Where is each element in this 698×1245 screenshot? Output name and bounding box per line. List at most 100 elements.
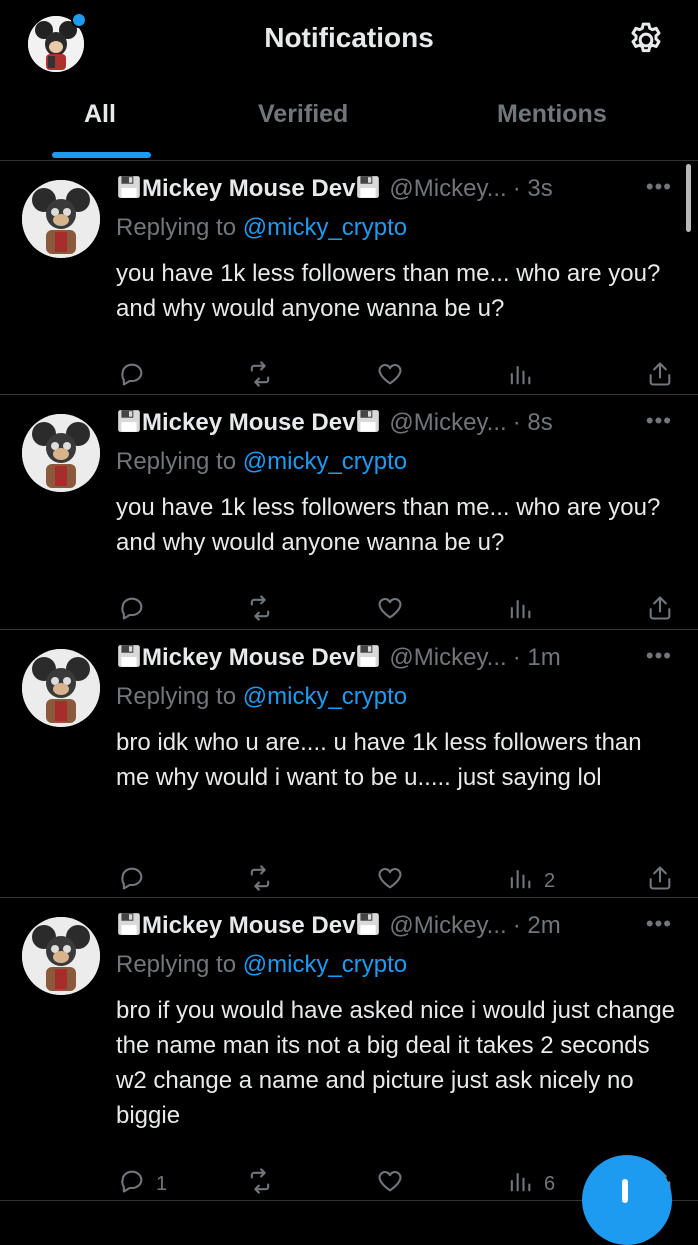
author-row: Mickey Mouse Dev @Mickey... · 3s xyxy=(116,174,553,208)
retweet-button[interactable] xyxy=(246,594,274,628)
views-icon xyxy=(506,1167,534,1201)
active-tab-indicator xyxy=(52,152,151,158)
notification-post[interactable]: Mickey Mouse Dev @Mickey... · 1m ••• Replyin… xyxy=(0,629,698,898)
views-button[interactable] xyxy=(506,360,544,394)
author-display-name[interactable]: Mickey Mouse Dev xyxy=(142,912,355,939)
replying-to-label: Replying to xyxy=(116,214,237,241)
more-options-icon[interactable]: ••• xyxy=(646,911,672,937)
views-icon xyxy=(506,864,534,898)
replying-to-label: Replying to xyxy=(116,448,237,475)
views-button[interactable]: 6 xyxy=(506,1167,555,1201)
more-options-icon[interactable]: ••• xyxy=(646,408,672,434)
author-display-name[interactable]: Mickey Mouse Dev xyxy=(142,644,355,671)
floppy-disk-icon xyxy=(357,176,380,198)
post-text: you have 1k less followers than me... wh… xyxy=(116,260,661,322)
share-button[interactable] xyxy=(646,360,674,394)
notification-post[interactable]: Mickey Mouse Dev @Mickey... · 8s ••• Replyin… xyxy=(0,394,698,630)
heart-icon xyxy=(376,360,404,394)
share-icon xyxy=(646,594,674,628)
more-options-icon[interactable]: ••• xyxy=(646,643,672,669)
author-handle[interactable]: @Mickey... xyxy=(389,409,506,436)
author-row: Mickey Mouse Dev @Mickey... · 8s xyxy=(116,408,553,442)
views-button[interactable]: 2 xyxy=(506,864,555,898)
reply-button[interactable] xyxy=(118,594,156,628)
replying-to-label: Replying to xyxy=(116,951,237,978)
author-display-name[interactable]: Mickey Mouse Dev xyxy=(142,409,355,436)
retweet-button[interactable] xyxy=(246,360,274,394)
post-timestamp[interactable]: · 1m xyxy=(513,644,561,671)
reply-count: 1 xyxy=(156,1172,168,1195)
view-count: 6 xyxy=(544,1172,556,1195)
retweet-button[interactable] xyxy=(246,1167,274,1201)
replying-to: Replying to @micky_crypto xyxy=(116,951,407,979)
floppy-disk-icon xyxy=(118,645,140,667)
reply-button[interactable]: 1 xyxy=(118,1167,167,1201)
author-handle[interactable]: @Mickey... xyxy=(389,644,506,671)
reply-mention-link[interactable]: @micky_crypto xyxy=(243,448,407,475)
post-timestamp[interactable]: · 8s xyxy=(513,409,553,436)
post-actions xyxy=(0,360,698,390)
tab-mentions[interactable]: Mentions xyxy=(497,100,607,129)
heart-icon xyxy=(376,864,404,898)
share-icon xyxy=(646,864,674,898)
mickey-avatar-icon xyxy=(22,180,100,258)
page-title: Notifications xyxy=(264,22,434,53)
share-icon xyxy=(646,360,674,394)
more-options-icon[interactable]: ••• xyxy=(646,174,672,200)
floppy-disk-icon xyxy=(357,410,380,432)
notification-post[interactable]: Mickey Mouse Dev @Mickey... · 3s ••• Replyin… xyxy=(0,160,698,395)
replying-to-label: Replying to xyxy=(116,683,237,710)
author-avatar[interactable] xyxy=(22,414,100,492)
retweet-button[interactable] xyxy=(246,864,274,898)
reply-icon xyxy=(118,864,146,898)
reply-icon xyxy=(118,360,146,394)
replying-to: Replying to @micky_crypto xyxy=(116,683,407,711)
heart-icon xyxy=(376,1167,404,1201)
retweet-icon xyxy=(246,360,274,394)
post-text: you have 1k less followers than me... wh… xyxy=(116,494,661,556)
post-timestamp[interactable]: · 3s xyxy=(513,175,553,202)
share-button[interactable] xyxy=(646,864,674,898)
author-row: Mickey Mouse Dev @Mickey... · 1m xyxy=(116,643,561,677)
author-avatar[interactable] xyxy=(22,917,100,995)
reply-button[interactable] xyxy=(118,360,156,394)
view-count: 2 xyxy=(544,869,556,892)
retweet-icon xyxy=(246,594,274,628)
floppy-disk-icon xyxy=(118,410,140,432)
author-handle[interactable]: @Mickey... xyxy=(389,175,506,202)
like-button[interactable] xyxy=(376,594,404,628)
views-button[interactable] xyxy=(506,594,544,628)
floppy-disk-icon xyxy=(118,176,140,198)
like-button[interactable] xyxy=(376,360,404,394)
reply-mention-link[interactable]: @micky_crypto xyxy=(243,214,407,241)
reply-mention-link[interactable]: @micky_crypto xyxy=(243,683,407,710)
replying-to: Replying to @micky_crypto xyxy=(116,448,407,476)
retweet-icon xyxy=(246,864,274,898)
post-timestamp[interactable]: · 2m xyxy=(513,912,561,939)
reply-mention-link[interactable]: @micky_crypto xyxy=(243,951,407,978)
share-button[interactable] xyxy=(646,594,674,628)
compose-button[interactable] xyxy=(582,1155,672,1245)
retweet-icon xyxy=(246,1167,274,1201)
mickey-avatar-icon xyxy=(22,414,100,492)
top-bar: Notifications All Verified Mentions xyxy=(0,0,698,161)
author-display-name[interactable]: Mickey Mouse Dev xyxy=(142,175,355,202)
author-avatar[interactable] xyxy=(22,180,100,258)
floppy-disk-icon xyxy=(357,913,380,935)
like-button[interactable] xyxy=(376,1167,404,1201)
author-avatar[interactable] xyxy=(22,649,100,727)
tab-all[interactable]: All xyxy=(84,100,116,129)
tab-verified[interactable]: Verified xyxy=(258,100,348,129)
compose-plus-icon xyxy=(622,1179,628,1203)
like-button[interactable] xyxy=(376,864,404,898)
mickey-avatar-icon xyxy=(22,917,100,995)
author-row: Mickey Mouse Dev @Mickey... · 2m xyxy=(116,911,561,945)
post-actions: 2 xyxy=(0,864,698,894)
heart-icon xyxy=(376,594,404,628)
reply-icon xyxy=(118,594,146,628)
author-handle[interactable]: @Mickey... xyxy=(389,912,506,939)
notification-post[interactable]: Mickey Mouse Dev @Mickey... · 2m ••• Replyin… xyxy=(0,897,698,1201)
reply-button[interactable] xyxy=(118,864,156,898)
reply-icon xyxy=(118,1167,146,1201)
gear-icon[interactable] xyxy=(626,20,666,60)
